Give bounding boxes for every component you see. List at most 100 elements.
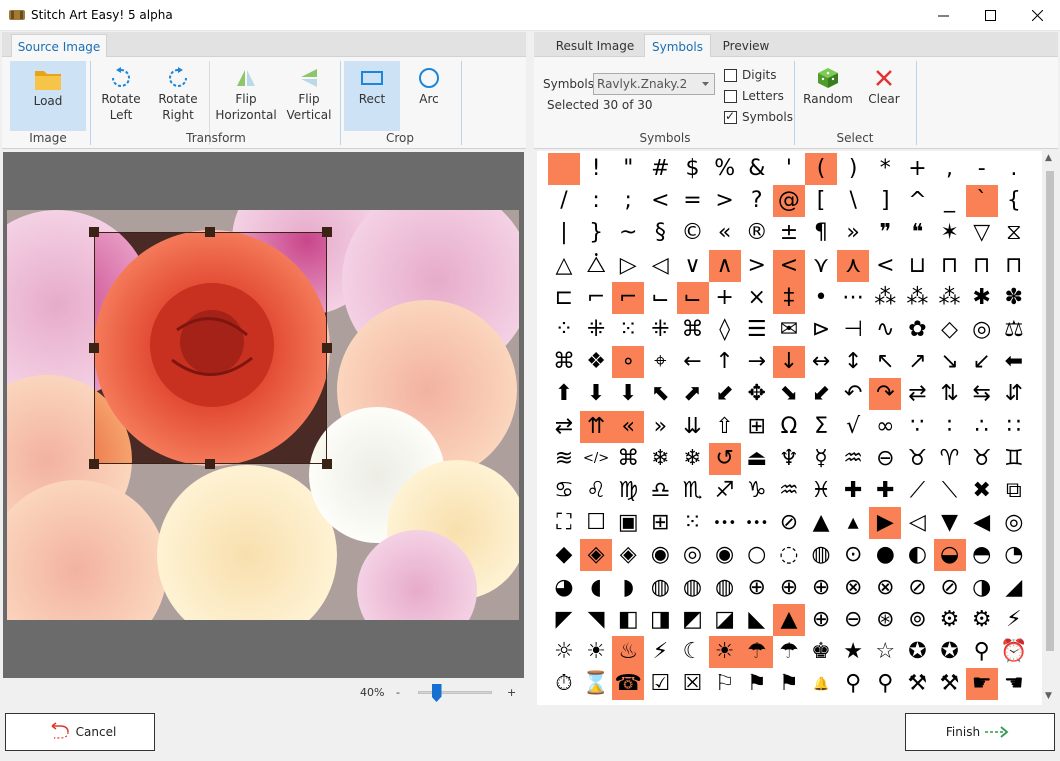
- symbol-cell[interactable]: %: [709, 153, 741, 185]
- symbol-cell[interactable]: ◀: [966, 507, 998, 539]
- finish-button[interactable]: Finish: [905, 713, 1055, 751]
- crop-handle-bottom-left[interactable]: [89, 459, 99, 469]
- symbol-cell[interactable]: ⟋: [901, 475, 933, 507]
- symbol-cell[interactable]: &: [741, 153, 773, 185]
- symbol-cell[interactable]: »: [644, 411, 676, 443]
- symbol-cell[interactable]: ◤: [548, 604, 580, 636]
- crop-handle-top[interactable]: [205, 227, 215, 237]
- symbol-cell[interactable]: ↔: [805, 346, 837, 378]
- symbol-cell[interactable]: ↺: [708, 442, 741, 475]
- symbol-cell[interactable]: ☛: [965, 668, 998, 701]
- symbol-cell[interactable]: ≋: [548, 443, 580, 475]
- symbol-cell[interactable]: ▣: [612, 507, 644, 539]
- scroll-up-icon[interactable]: ▲: [1045, 153, 1052, 163]
- symbol-cell[interactable]: ®: [741, 217, 773, 249]
- symbol-cell[interactable]: ⚡: [998, 604, 1030, 636]
- symbol-cell[interactable]: ⊛: [869, 604, 901, 636]
- symbol-cell[interactable]: ☆: [869, 636, 901, 668]
- symbol-cell[interactable]: ⊚: [901, 604, 933, 636]
- symbol-cell[interactable]: ⊘: [901, 572, 933, 604]
- symbol-cell[interactable]: ): [837, 153, 869, 185]
- symbol-cell[interactable]: ♏: [677, 475, 709, 507]
- symbol-cell[interactable]: ✽: [998, 282, 1030, 314]
- symbol-cell[interactable]: ∘: [612, 346, 645, 379]
- symbol-cell[interactable]: ⧖: [998, 217, 1030, 249]
- symbol-cell[interactable]: ☼: [548, 636, 580, 668]
- symbol-cell[interactable]: ⌐: [612, 281, 645, 314]
- symbol-cell[interactable]: ◐: [901, 539, 933, 571]
- symbol-cell[interactable]: ⊓: [934, 250, 966, 282]
- symbol-cell[interactable]: ❞: [869, 217, 901, 249]
- symbol-cell[interactable]: ❄: [644, 443, 676, 475]
- symbols-checkbox[interactable]: Symbols: [724, 109, 793, 124]
- symbol-cell[interactable]: ↗: [901, 346, 933, 378]
- symbol-cell[interactable]: ⚒: [934, 668, 966, 700]
- tab-result-image[interactable]: Result Image: [548, 34, 642, 58]
- symbol-cell[interactable]: ◣: [741, 604, 773, 636]
- symbol-cell[interactable]: √: [837, 411, 869, 443]
- scroll-down-icon[interactable]: ▼: [1045, 691, 1052, 701]
- symbol-cell[interactable]: <: [772, 249, 805, 282]
- symbol-cell[interactable]: -: [966, 153, 998, 185]
- symbol-cell[interactable]: ⇵: [998, 378, 1030, 410]
- symbol-cell[interactable]: ☀: [708, 636, 741, 668]
- symbol-cell[interactable]: ←: [677, 346, 709, 378]
- symbol-cell[interactable]: ♨: [612, 636, 645, 668]
- symbol-cell[interactable]: ⚙: [966, 604, 998, 636]
- symbol-cell[interactable]: ◖: [580, 572, 612, 604]
- symbol-cell[interactable]: ♌: [580, 475, 612, 507]
- symbol-cell[interactable]: →: [741, 346, 773, 378]
- symbol-cell[interactable]: ◍: [644, 572, 676, 604]
- symbol-cell[interactable]: •••: [709, 507, 741, 539]
- symbol-cell[interactable]: ⬆: [548, 378, 580, 410]
- maximize-button[interactable]: [967, 0, 1013, 31]
- symbol-cell[interactable]: ⛶: [548, 507, 580, 539]
- symbol-cell[interactable]: ☑: [644, 668, 676, 700]
- symbol-cell[interactable]: ∧: [708, 249, 741, 282]
- symbol-cell[interactable]: ⬅: [998, 346, 1030, 378]
- symbol-cell[interactable]: ∨: [677, 250, 709, 282]
- zoom-out-button[interactable]: -: [396, 686, 400, 699]
- symbol-cell[interactable]: ⚲: [869, 668, 901, 700]
- symbol-cell[interactable]: ∵: [901, 411, 933, 443]
- symbol-cell[interactable]: ☀: [580, 636, 612, 668]
- scrollbar-thumb[interactable]: [1046, 171, 1054, 651]
- symbol-cell[interactable]: ↕: [837, 346, 869, 378]
- symbol-cell[interactable]: ↷: [869, 378, 902, 411]
- flip-horizontal-button[interactable]: Flip Horizontal: [215, 61, 277, 131]
- symbol-cell[interactable]: ↓: [772, 346, 805, 379]
- symbol-cell[interactable]: «: [709, 217, 741, 249]
- symbol-cell[interactable]: ⚑: [773, 668, 805, 700]
- symbol-cell[interactable]: [548, 153, 580, 185]
- symbol-cell[interactable]: ⊖: [837, 604, 869, 636]
- symbol-cell[interactable]: ∞: [869, 411, 901, 443]
- symbol-grid[interactable]: ! " # $% & '() * +, -. /:; < = >? @[\] ^ _ `{|} ~ § © «® ± ¶» ❞…: [537, 151, 1042, 705]
- symbol-cell[interactable]: ]: [869, 185, 901, 217]
- symbol-cell[interactable]: ▷: [612, 250, 644, 282]
- symbol-cell[interactable]: ⁙: [677, 507, 709, 539]
- symbol-cell[interactable]: ☾: [677, 636, 709, 668]
- zoom-slider-thumb[interactable]: [431, 684, 442, 702]
- symbol-cell[interactable]: ✶: [934, 217, 966, 249]
- digits-checkbox[interactable]: Digits: [724, 68, 776, 82]
- symbol-cell[interactable]: ⬉: [644, 378, 676, 410]
- symbol-cell[interactable]: ◍: [677, 572, 709, 604]
- symbol-cell[interactable]: ♑: [741, 475, 773, 507]
- symbol-cell[interactable]: ◍: [805, 539, 837, 571]
- symbol-cell[interactable]: ♊: [998, 443, 1030, 475]
- symbol-cell[interactable]: ✚: [837, 475, 869, 507]
- symbol-cell[interactable]: ↘: [934, 346, 966, 378]
- symbol-cell[interactable]: ↖: [869, 346, 901, 378]
- symbol-cell[interactable]: ⇆: [966, 378, 998, 410]
- symbol-cell[interactable]: ⇊: [677, 411, 709, 443]
- symbol-cell[interactable]: ∿: [869, 314, 901, 346]
- symbol-cell[interactable]: ⚒: [901, 668, 933, 700]
- symbol-cell[interactable]: ☂: [740, 636, 773, 668]
- symbol-cell[interactable]: ◎: [966, 314, 998, 346]
- symbols-checkbox-box[interactable]: [724, 109, 737, 124]
- symbol-cell[interactable]: ▶: [869, 507, 902, 540]
- symbol-cell[interactable]: ⊏: [548, 282, 580, 314]
- symbol-cell[interactable]: ⇧: [709, 411, 741, 443]
- symbol-cell[interactable]: (: [805, 153, 838, 185]
- symbol-cell[interactable]: ⚲: [837, 668, 869, 700]
